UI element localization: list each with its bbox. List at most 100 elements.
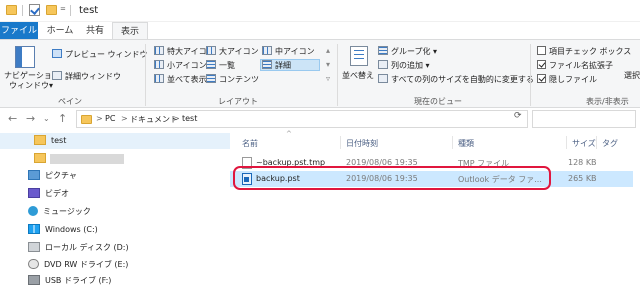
breadcrumb-documents[interactable]: ドキュメント	[130, 114, 178, 125]
ribbon: ナビゲーション ウィンドウ▾ プレビュー ウィンドウ 詳細ウィンドウ ペイン 特…	[0, 39, 640, 108]
forward-arrow-icon[interactable]: →	[26, 112, 35, 125]
medium-icons-icon	[262, 46, 272, 55]
nav-item-windows-c[interactable]: Windows (C:)	[28, 222, 98, 238]
breadcrumb-test[interactable]: test	[182, 114, 197, 123]
layout-list[interactable]: 一覧	[206, 60, 235, 71]
sort-ascending-icon: ^	[286, 130, 292, 138]
file-size: 265 KB	[568, 174, 597, 183]
nav-item-local-disk-d[interactable]: ローカル ディスク (D:)	[28, 240, 129, 256]
music-icon	[28, 206, 38, 216]
window-title: test	[79, 5, 99, 16]
tab-home[interactable]: ホーム	[42, 22, 78, 40]
column-header-date[interactable]: 日付時刻	[346, 138, 378, 149]
divider[interactable]	[452, 136, 453, 149]
ribbon-tabs: ファイル ホーム 共有 表示	[0, 22, 640, 40]
content-icon	[206, 74, 216, 83]
fit-columns-button[interactable]: すべての列のサイズを自動的に変更する	[378, 74, 534, 85]
add-columns-button[interactable]: 列の追加 ▾	[378, 60, 430, 71]
navigation-pane-dropdown[interactable]: ウィンドウ▾	[9, 80, 53, 91]
address-bar[interactable]: > PC > ドキュメント > test	[76, 110, 528, 128]
layout-details[interactable]: 詳細	[262, 60, 291, 71]
nav-item-dvd-e[interactable]: DVD RW ドライブ (E:)	[28, 257, 128, 273]
file-size: 128 KB	[568, 158, 597, 167]
back-arrow-icon[interactable]: ←	[8, 112, 17, 125]
folder-icon	[6, 5, 17, 15]
sort-icon[interactable]	[350, 46, 368, 66]
tab-share[interactable]: 共有	[80, 22, 110, 40]
item-checkboxes-toggle[interactable]: 項目チェック ボックス	[537, 46, 631, 57]
group-label-current-view: 現在のビュー	[414, 97, 462, 106]
hidden-items-toggle[interactable]: 隠しファイル	[537, 74, 597, 85]
address-bar-row: ← → ⌄ ↑ > PC > ドキュメント > test ⟳	[0, 108, 640, 130]
divider[interactable]	[340, 136, 341, 149]
large-icons-icon	[206, 46, 216, 55]
checkbox-checked-icon	[537, 74, 546, 83]
nav-item-pictures[interactable]: ピクチャ	[28, 168, 77, 184]
small-icons-icon	[154, 60, 164, 69]
layout-content[interactable]: コンテンツ	[206, 74, 259, 85]
hide-selected-button[interactable]: 選択	[624, 70, 640, 81]
details-icon	[262, 60, 272, 69]
navigation-pane-icon[interactable]	[15, 46, 35, 68]
extra-large-icons-icon	[154, 46, 164, 55]
divider	[145, 44, 146, 106]
details-pane-icon	[52, 71, 62, 80]
highlight-annotation	[233, 166, 551, 190]
redacted-label	[50, 154, 124, 164]
divider	[22, 5, 23, 16]
file-list: ^ 名前 日付時刻 種類 サイズ タグ ~backup.pst.tmp 2019…	[230, 130, 640, 287]
layout-small-icons[interactable]: 小アイコン	[154, 60, 207, 71]
group-label-show-hide: 表示/非表示	[586, 97, 629, 106]
windows-drive-icon	[28, 224, 40, 234]
title-bar: = test	[0, 0, 640, 22]
group-by-button[interactable]: グループ化 ▾	[378, 46, 437, 57]
refresh-icon[interactable]: ⟳	[514, 111, 522, 121]
videos-icon	[28, 188, 40, 198]
group-by-icon	[378, 46, 388, 55]
usb-drive-icon	[28, 275, 40, 285]
column-header-type[interactable]: 種類	[458, 138, 474, 149]
sort-button[interactable]: 並べ替え	[342, 70, 374, 81]
tab-file[interactable]: ファイル	[0, 22, 38, 40]
layout-scroll-down[interactable]: ▾	[326, 60, 330, 69]
preview-pane-button[interactable]: プレビュー ウィンドウ	[52, 49, 148, 60]
recent-locations-chevron-icon[interactable]: ⌄	[43, 114, 50, 123]
column-header-size[interactable]: サイズ	[572, 138, 596, 149]
layout-medium-icons[interactable]: 中アイコン	[262, 46, 315, 57]
nav-item-redacted-folder[interactable]	[34, 151, 51, 167]
divider[interactable]	[566, 136, 567, 149]
scrollbar[interactable]	[633, 130, 640, 287]
add-columns-icon	[378, 60, 388, 69]
new-folder-icon[interactable]	[46, 5, 57, 15]
up-arrow-icon[interactable]: ↑	[58, 112, 67, 125]
divider	[70, 5, 71, 16]
tab-view[interactable]: 表示	[112, 22, 148, 40]
drive-icon	[28, 242, 40, 252]
divider[interactable]	[596, 136, 597, 149]
nav-item-test[interactable]: test	[34, 133, 66, 149]
layout-expand[interactable]: ▿	[326, 74, 330, 83]
column-header-name[interactable]: 名前	[242, 138, 258, 149]
preview-pane-icon	[52, 49, 62, 58]
properties-icon[interactable]	[29, 4, 40, 16]
column-header-tags[interactable]: タグ	[602, 138, 618, 149]
search-input[interactable]	[532, 110, 636, 128]
fit-columns-icon	[378, 74, 388, 83]
layout-large-icons[interactable]: 大アイコン	[206, 46, 259, 57]
nav-item-videos[interactable]: ビデオ	[28, 186, 69, 202]
folder-icon	[34, 153, 46, 163]
layout-scroll-up[interactable]: ▴	[326, 46, 330, 55]
navigation-pane: test ピクチャ ビデオ ミュージック Windows (C:) ローカル デ…	[0, 130, 230, 287]
divider	[337, 44, 338, 106]
file-extensions-toggle[interactable]: ファイル名拡張子	[537, 60, 613, 71]
layout-tiles[interactable]: 並べて表示	[154, 74, 207, 85]
folder-icon	[81, 115, 92, 124]
breadcrumb-pc[interactable]: PC	[105, 114, 115, 123]
nav-item-usb-f[interactable]: USB ドライブ (F:)	[28, 273, 111, 287]
folder-icon	[34, 135, 46, 145]
quick-access-dropdown[interactable]: =	[60, 5, 66, 13]
pictures-icon	[28, 170, 40, 180]
nav-item-music[interactable]: ミュージック	[28, 204, 91, 220]
details-pane-button[interactable]: 詳細ウィンドウ	[52, 71, 121, 82]
group-label-pane: ペイン	[58, 97, 82, 106]
